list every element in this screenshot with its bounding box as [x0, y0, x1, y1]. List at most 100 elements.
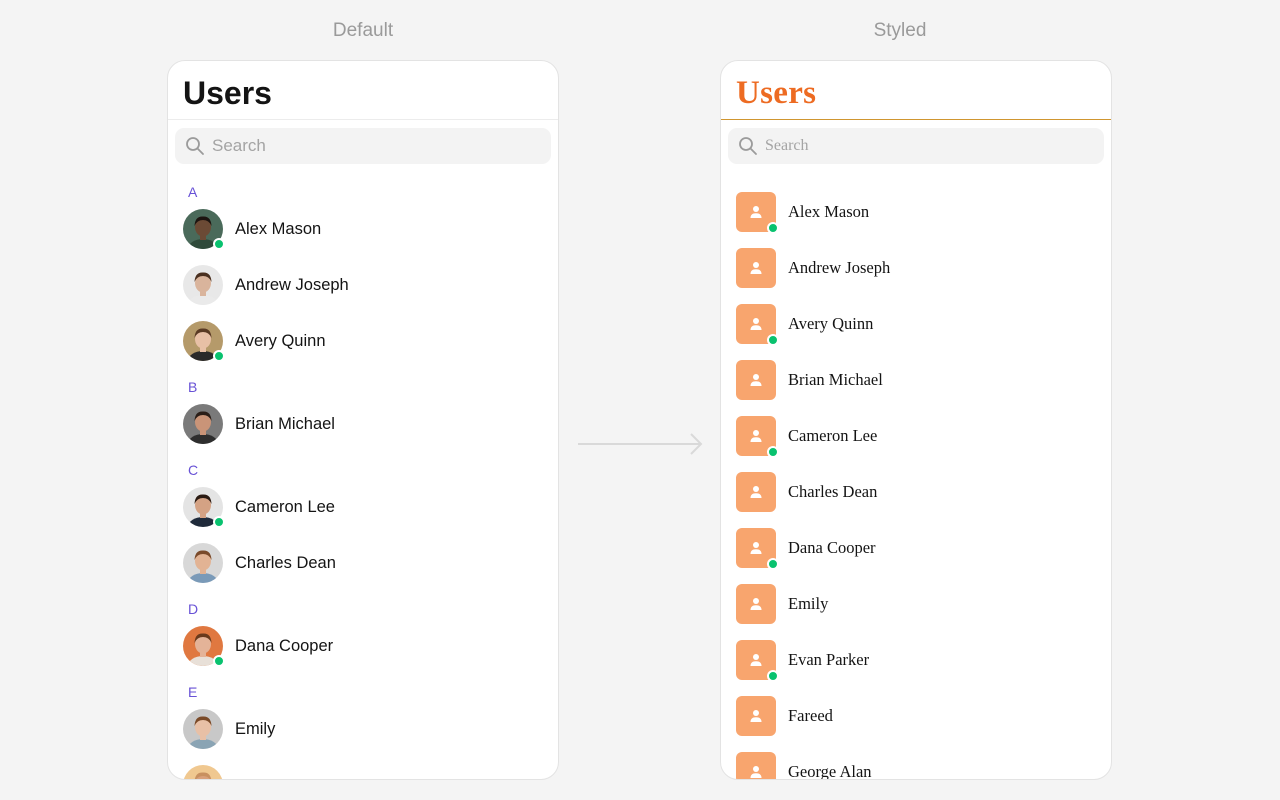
avatar — [736, 696, 776, 736]
user-name: Andrew Joseph — [788, 258, 891, 277]
list-item[interactable]: Cameron Lee — [736, 408, 1096, 464]
search-icon — [739, 137, 757, 155]
avatar — [183, 543, 223, 593]
online-status-dot — [767, 670, 779, 682]
online-status-dot — [213, 655, 225, 667]
list-item[interactable]: Fareed — [736, 688, 1096, 744]
user-icon — [750, 654, 762, 666]
list-item[interactable]: Andrew Joseph — [736, 240, 1096, 296]
list-item[interactable]: Alex Mason — [736, 184, 1096, 240]
search-icon — [186, 137, 204, 155]
avatar — [736, 304, 779, 346]
section-header: C — [188, 462, 199, 478]
avatar — [736, 472, 776, 512]
avatar — [183, 709, 223, 759]
avatar — [736, 248, 776, 288]
user-name: Evan Parker — [788, 650, 870, 669]
avatar — [736, 416, 779, 458]
list-item[interactable]: George Alan — [736, 744, 1096, 780]
online-status-dot — [213, 516, 225, 528]
search-input[interactable] — [765, 137, 1065, 155]
user-name: Avery Quinn — [235, 331, 326, 350]
avatar — [183, 321, 225, 371]
default-column-label: Default — [332, 20, 394, 41]
user-name: George Alan — [788, 762, 872, 780]
list-item[interactable]: Avery Quinn — [736, 296, 1096, 352]
page-title: Users — [183, 75, 272, 111]
list-item[interactable]: Dana Cooper — [183, 618, 543, 676]
avatar — [183, 626, 225, 676]
avatar — [736, 752, 776, 779]
panel-header: Users — [168, 61, 558, 120]
avatar — [736, 640, 779, 682]
list-item[interactable]: Charles Dean — [736, 464, 1096, 520]
online-status-dot — [213, 350, 225, 362]
user-name: Emily — [788, 594, 829, 613]
user-icon — [750, 598, 762, 610]
avatar — [183, 487, 225, 537]
user-icon — [750, 766, 762, 778]
list-item[interactable]: Brian Michael — [736, 352, 1096, 408]
online-status-dot — [767, 334, 779, 346]
page-title: Users — [736, 75, 817, 111]
styled-column-label: Styled — [873, 20, 927, 41]
user-name: Emily — [235, 719, 276, 738]
user-name: Cameron Lee — [235, 497, 335, 516]
list-item[interactable]: Avery Quinn — [183, 313, 543, 371]
user-name: Alex Mason — [788, 202, 870, 221]
avatar — [183, 404, 223, 454]
search-input[interactable] — [212, 136, 512, 156]
list-item[interactable]: Dana Cooper — [736, 520, 1096, 576]
user-name: Dana Cooper — [235, 636, 334, 655]
user-icon — [750, 318, 762, 330]
user-icon — [750, 710, 762, 722]
user-name: Brian Michael — [235, 414, 335, 433]
list-item[interactable]: Andrew Joseph — [183, 257, 543, 315]
user-name: Brian Michael — [788, 370, 883, 389]
list-item[interactable]: Alex Mason — [183, 201, 543, 259]
section-header: B — [188, 379, 198, 395]
avatar — [736, 360, 776, 400]
user-icon — [750, 486, 762, 498]
user-name: Dana Cooper — [788, 538, 876, 557]
user-icon — [750, 542, 762, 554]
panel-header: Users — [721, 61, 1111, 120]
user-list: A Alex Mason Andrew Joseph Avery Quinn B Bria… — [168, 164, 558, 779]
avatar — [183, 209, 225, 259]
arrow-right-icon — [578, 433, 703, 455]
user-name: Andrew Joseph — [235, 275, 349, 294]
list-item[interactable]: Cameron Lee — [183, 479, 543, 537]
list-item[interactable]: Emily — [183, 701, 543, 759]
list-item[interactable] — [183, 757, 543, 779]
list-item[interactable]: Evan Parker — [736, 632, 1096, 688]
user-name: Cameron Lee — [788, 426, 878, 445]
online-status-dot — [213, 238, 225, 250]
avatar — [736, 528, 779, 570]
section-header: D — [188, 601, 199, 617]
avatar — [736, 584, 776, 624]
list-item[interactable]: Brian Michael — [183, 396, 543, 454]
online-status-dot — [767, 446, 779, 458]
user-name: Alex Mason — [235, 219, 322, 238]
user-icon — [750, 262, 762, 274]
user-name: Avery Quinn — [788, 314, 874, 333]
online-status-dot — [767, 222, 779, 234]
default-users-panel: Users A Alex Mason Andrew Joseph Avery Quin… — [167, 60, 559, 780]
section-header: A — [188, 184, 198, 200]
user-name: Fareed — [788, 706, 833, 725]
list-item[interactable]: Charles Dean — [183, 535, 543, 593]
avatar — [183, 265, 223, 315]
user-name: Charles Dean — [235, 553, 336, 572]
user-icon — [750, 374, 762, 386]
list-item[interactable]: Emily — [736, 576, 1096, 632]
user-name: Charles Dean — [788, 482, 878, 501]
search-bar[interactable] — [728, 128, 1104, 164]
search-bar[interactable] — [175, 128, 551, 164]
styled-users-panel: Users Alex Mason Andrew Joseph Avery Quinn… — [720, 60, 1112, 780]
avatar — [736, 192, 779, 234]
user-list: Alex Mason Andrew Joseph Avery Quinn Brian … — [721, 164, 1111, 780]
